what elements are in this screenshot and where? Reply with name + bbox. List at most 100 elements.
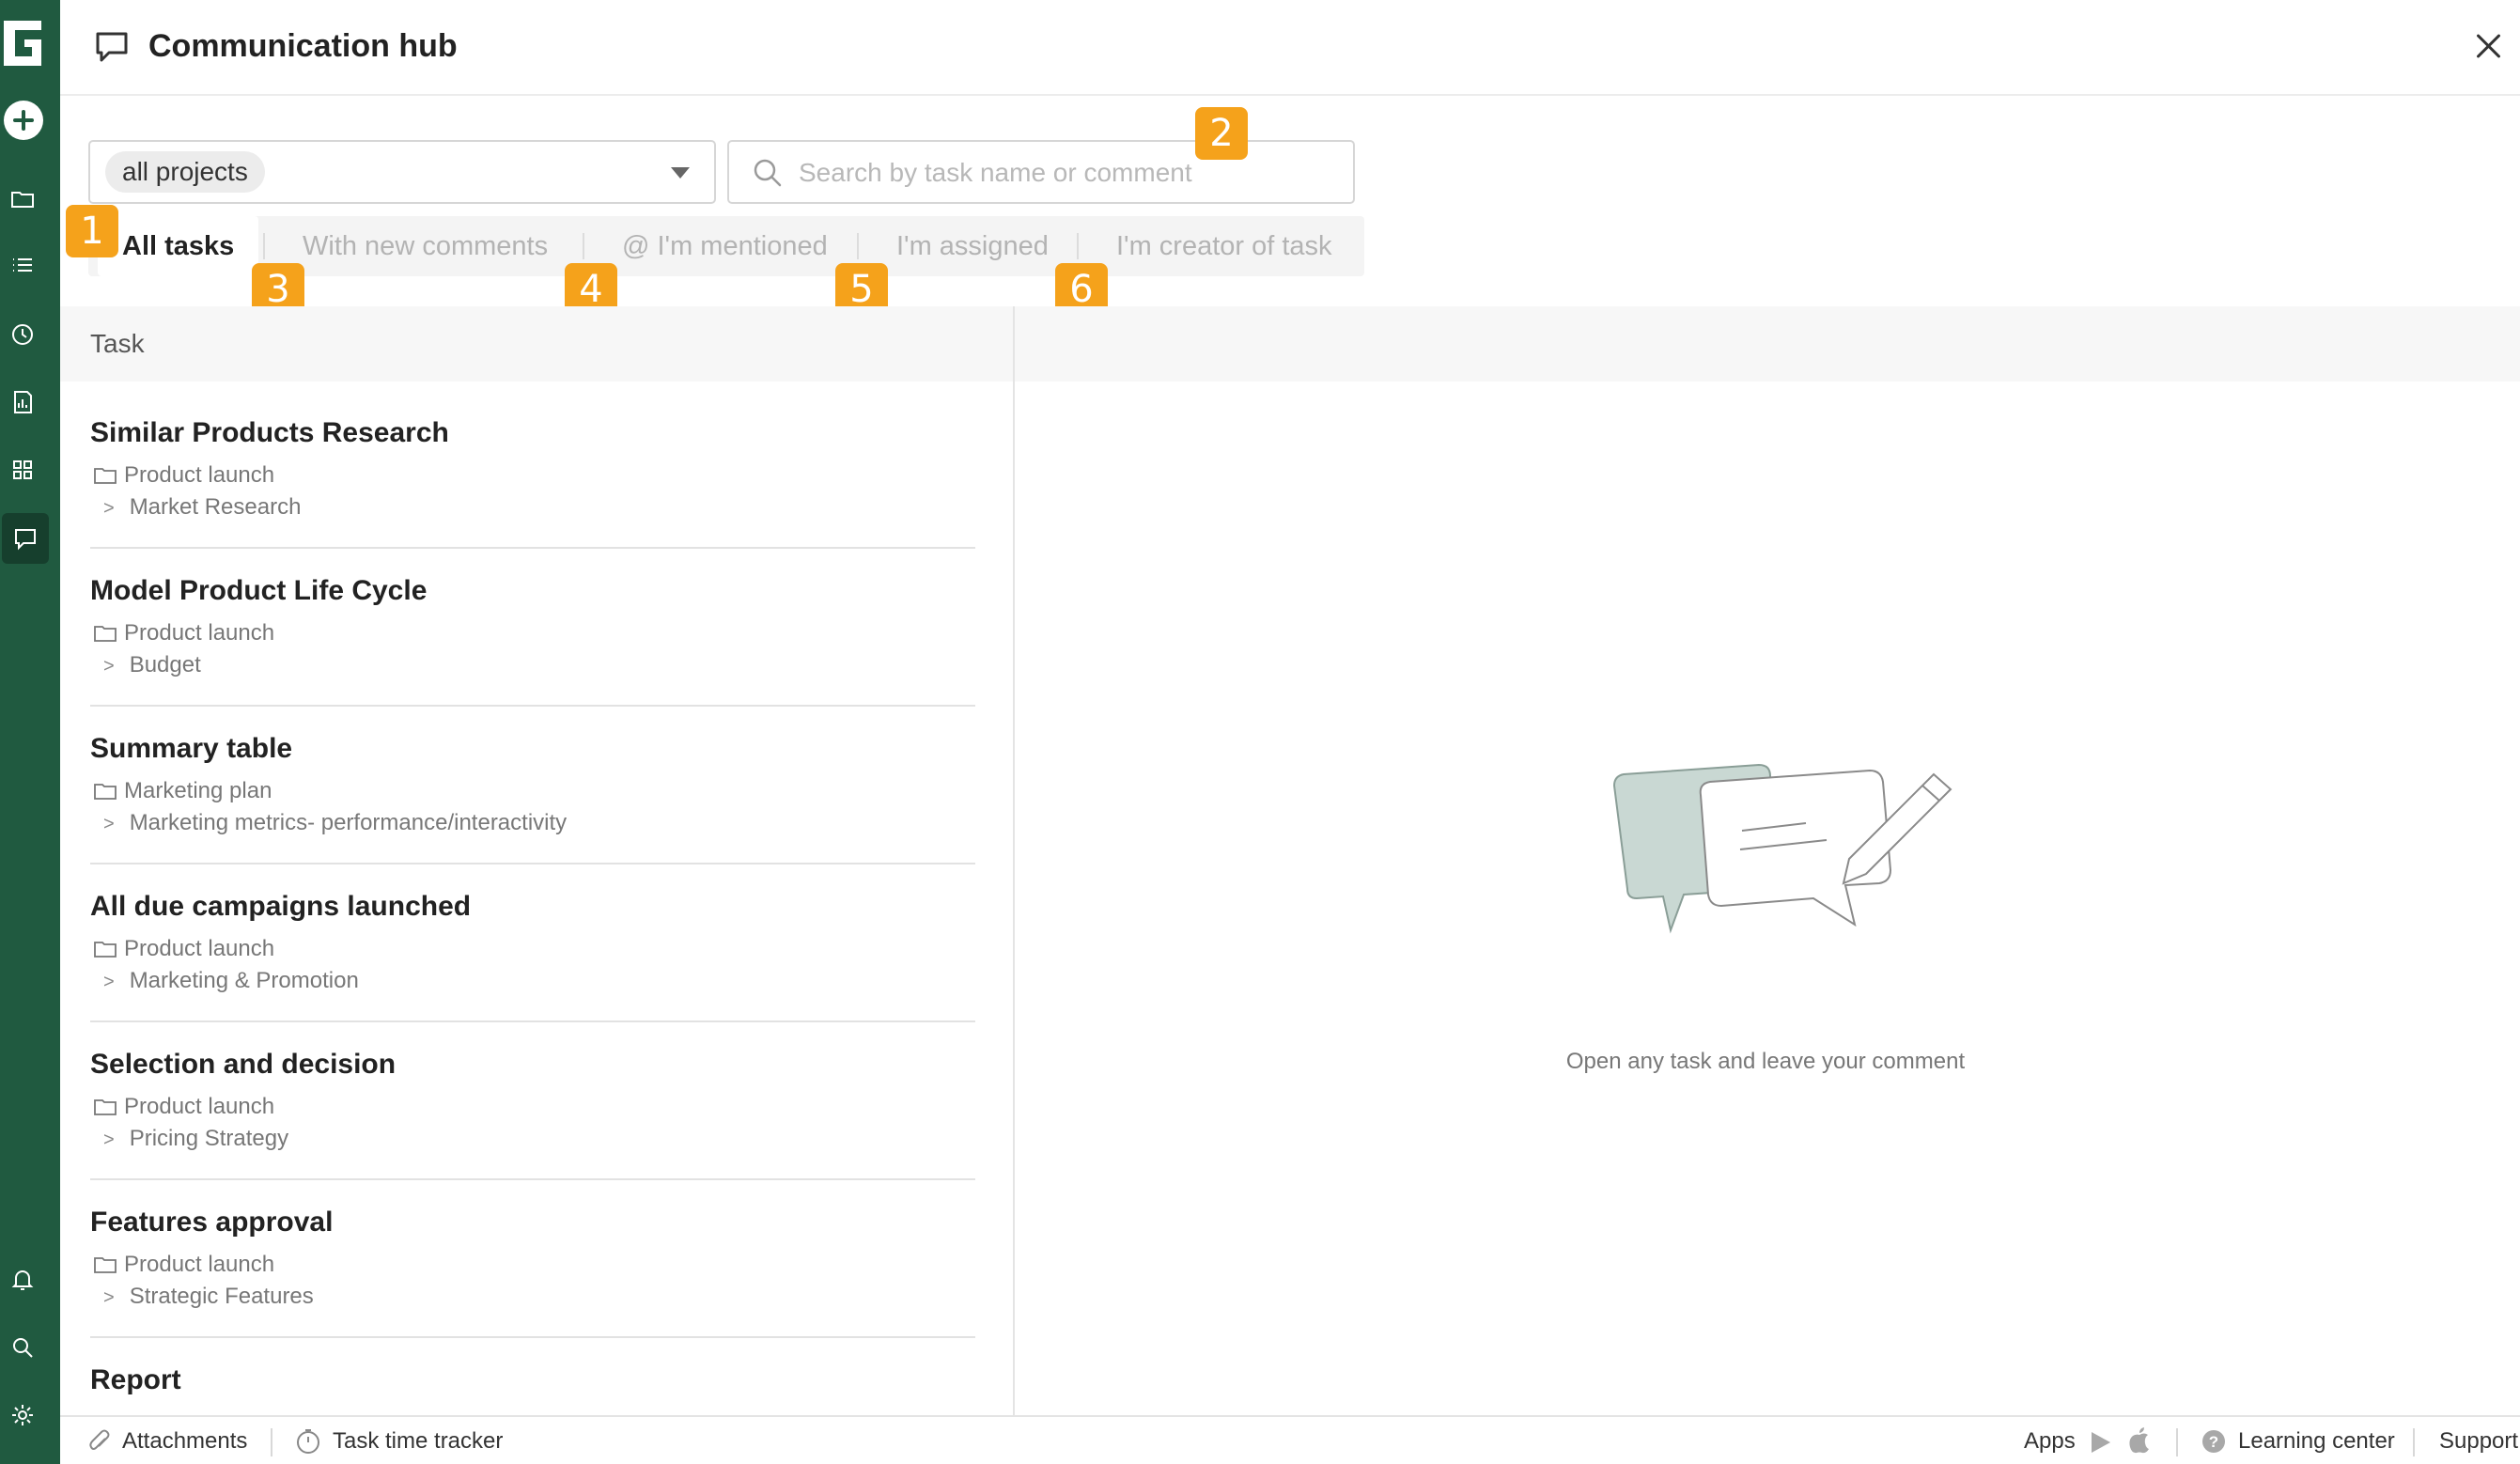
task-project: Product launch bbox=[94, 1252, 274, 1278]
callout-badge-2: 2 bbox=[1195, 107, 1248, 160]
task-section-name: Strategic Features bbox=[129, 1284, 314, 1309]
chevron-right-icon: > bbox=[103, 814, 115, 834]
task-row[interactable]: Summary table Marketing plan > Marketing … bbox=[90, 707, 975, 864]
task-section-name: Market Research bbox=[129, 494, 302, 520]
report-icon[interactable] bbox=[0, 380, 45, 425]
task-name[interactable]: Selection and decision bbox=[90, 1049, 396, 1081]
tab-divider bbox=[857, 233, 859, 259]
task-row[interactable]: Report bbox=[90, 1338, 975, 1415]
tab-all-tasks[interactable]: All tasks bbox=[98, 216, 259, 276]
task-name[interactable]: Report bbox=[90, 1364, 181, 1396]
chevron-down-icon[interactable] bbox=[671, 167, 690, 179]
task-name[interactable]: Summary table bbox=[90, 733, 292, 765]
task-project-name: Product launch bbox=[124, 1094, 275, 1119]
task-section-name: Budget bbox=[129, 652, 201, 677]
tab-im-creator-of-task[interactable]: I'm creator of task bbox=[1116, 216, 1332, 276]
learning-center-label[interactable]: Learning center bbox=[2238, 1428, 2395, 1455]
task-list: Similar Products Research Product launch… bbox=[90, 391, 975, 1415]
chevron-right-icon: > bbox=[103, 656, 115, 677]
task-time-tracker-link[interactable]: Task time tracker bbox=[295, 1428, 503, 1455]
folder-icon bbox=[94, 784, 117, 800]
tab-divider bbox=[1077, 233, 1079, 259]
folder-icon bbox=[94, 468, 117, 484]
panel-divider[interactable] bbox=[1013, 306, 1015, 1417]
learning-center-link[interactable]: ? Learning center bbox=[2201, 1428, 2395, 1455]
search-input[interactable] bbox=[799, 153, 1325, 193]
support-label[interactable]: Support bbox=[2439, 1428, 2518, 1455]
task-project-name: Marketing plan bbox=[124, 778, 272, 803]
task-section: > Budget bbox=[103, 652, 201, 678]
task-project: Product launch bbox=[94, 936, 274, 962]
task-name[interactable]: All due campaigns launched bbox=[90, 891, 471, 923]
task-section-name: Pricing Strategy bbox=[129, 1126, 289, 1151]
callout-badge-1: 1 bbox=[66, 205, 118, 257]
tab-with-new-comments[interactable]: With new comments bbox=[303, 216, 548, 276]
add-button[interactable] bbox=[4, 101, 43, 140]
page-title: Communication hub bbox=[148, 28, 458, 64]
folder-icon bbox=[94, 1099, 117, 1115]
column-header-label: Task bbox=[90, 329, 145, 358]
task-row[interactable]: Model Product Life Cycle Product launch … bbox=[90, 549, 975, 707]
task-name[interactable]: Similar Products Research bbox=[90, 417, 449, 449]
apple-icon[interactable] bbox=[2127, 1426, 2152, 1455]
folder-icon bbox=[94, 626, 117, 642]
task-name[interactable]: Features approval bbox=[90, 1207, 333, 1238]
task-row[interactable]: All due campaigns launched Product launc… bbox=[90, 864, 975, 1022]
apps-label[interactable]: Apps bbox=[2024, 1428, 2076, 1455]
task-section: > Marketing metrics- performance/interact… bbox=[103, 810, 567, 836]
clock-icon[interactable] bbox=[0, 312, 45, 357]
time-tracker-label[interactable]: Task time tracker bbox=[333, 1428, 503, 1455]
project-chip[interactable]: all projects bbox=[105, 151, 265, 193]
bell-icon[interactable] bbox=[0, 1257, 45, 1302]
grid-icon[interactable] bbox=[0, 447, 45, 492]
task-row[interactable]: Features approval Product launch > Strate… bbox=[90, 1180, 975, 1338]
folder-icon bbox=[94, 942, 117, 958]
paperclip-icon bbox=[89, 1429, 110, 1450]
footer-divider bbox=[271, 1428, 272, 1456]
task-project-name: Product launch bbox=[124, 1252, 275, 1277]
task-section-name: Marketing metrics- performance/interacti… bbox=[129, 810, 568, 835]
task-project: Marketing plan bbox=[94, 778, 272, 804]
chat-bubble-icon bbox=[96, 32, 128, 62]
task-section: > Strategic Features bbox=[103, 1284, 314, 1310]
google-play-icon[interactable] bbox=[2090, 1430, 2112, 1455]
stopwatch-icon bbox=[297, 1429, 319, 1454]
tab-im-mentioned[interactable]: @ I'm mentioned bbox=[622, 216, 828, 276]
header: Communication hub bbox=[60, 0, 2520, 96]
projects-folder-icon[interactable] bbox=[0, 177, 45, 222]
task-row[interactable]: Selection and decision Product launch > P… bbox=[90, 1022, 975, 1180]
task-column-header: Task bbox=[60, 306, 1013, 382]
tab-divider bbox=[263, 233, 265, 259]
tab-im-assigned[interactable]: I'm assigned bbox=[896, 216, 1049, 276]
project-select[interactable]: all projects bbox=[88, 140, 716, 204]
task-project: Product launch bbox=[94, 1094, 274, 1120]
task-section: > Marketing & Promotion bbox=[103, 968, 359, 994]
chevron-right-icon: > bbox=[103, 1287, 115, 1308]
task-project-name: Product launch bbox=[124, 936, 275, 961]
attachments-label[interactable]: Attachments bbox=[122, 1428, 247, 1455]
comments-illustration-icon bbox=[1612, 763, 1952, 934]
apps-link[interactable]: Apps bbox=[2024, 1428, 2076, 1455]
gear-icon[interactable] bbox=[0, 1393, 45, 1438]
svg-text:?: ? bbox=[2209, 1433, 2218, 1451]
task-project-name: Product launch bbox=[124, 462, 275, 488]
task-name[interactable]: Model Product Life Cycle bbox=[90, 575, 427, 607]
close-button[interactable] bbox=[2471, 28, 2507, 64]
app-logo-icon[interactable] bbox=[0, 17, 45, 70]
chevron-right-icon: > bbox=[103, 972, 115, 992]
support-link[interactable]: Support bbox=[2439, 1428, 2518, 1455]
footer-divider bbox=[2413, 1428, 2415, 1456]
task-project: Product launch bbox=[94, 620, 274, 646]
chat-icon[interactable] bbox=[2, 513, 49, 564]
attachments-link[interactable]: Attachments bbox=[88, 1428, 247, 1455]
comment-panel-header bbox=[1015, 306, 2520, 382]
task-project-name: Product launch bbox=[124, 620, 275, 646]
task-row[interactable]: Similar Products Research Product launch… bbox=[90, 391, 975, 549]
empty-state-text: Open any task and leave your comment bbox=[1565, 1049, 1966, 1074]
search-icon[interactable] bbox=[0, 1325, 45, 1370]
list-icon[interactable] bbox=[0, 242, 45, 288]
chevron-right-icon: > bbox=[103, 1129, 115, 1150]
search-box[interactable] bbox=[727, 140, 1355, 204]
task-section: > Market Research bbox=[103, 494, 301, 521]
task-section-name: Marketing & Promotion bbox=[129, 968, 359, 993]
